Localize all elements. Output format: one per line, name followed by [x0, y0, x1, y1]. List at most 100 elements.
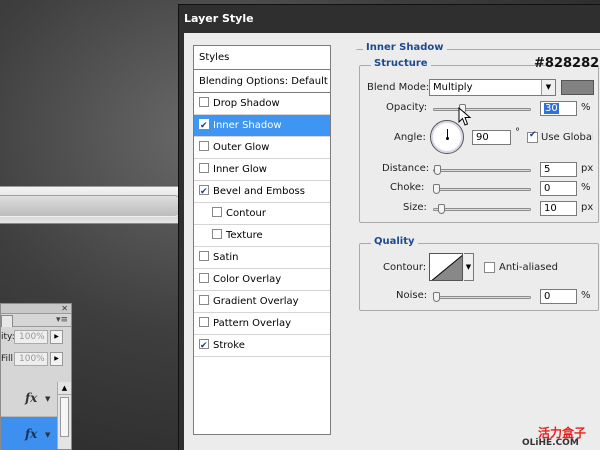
styles-list: Styles Blending Options: Default Drop Sh…	[193, 45, 331, 435]
global-light-checkbox[interactable]	[527, 130, 538, 143]
size-field[interactable]: 10	[540, 201, 577, 216]
chevron-down-icon[interactable]: ▼	[464, 253, 474, 281]
style-item-label: Bevel and Emboss	[213, 186, 305, 197]
style-checkbox[interactable]	[199, 251, 209, 261]
chevron-down-icon[interactable]: ▼	[45, 395, 50, 403]
choke-slider[interactable]	[433, 188, 531, 191]
layer-opacity-arrow-icon[interactable]: ▶	[50, 330, 63, 344]
styles-header[interactable]: Styles	[194, 46, 330, 70]
style-item-inner-shadow[interactable]: Inner Shadow	[194, 115, 330, 137]
style-item-label: Inner Glow	[213, 164, 267, 175]
layer-row[interactable]: fx ▼	[1, 381, 57, 417]
style-checkbox[interactable]	[199, 273, 209, 283]
style-item-label: Stroke	[213, 340, 245, 351]
style-checkbox[interactable]	[199, 336, 209, 356]
fx-icon[interactable]: fx	[25, 391, 37, 405]
layer-opacity-field[interactable]: 100%	[14, 330, 48, 344]
chevron-down-icon[interactable]: ▼	[45, 431, 50, 439]
quality-title: Quality	[371, 236, 418, 247]
style-item-bevel-and-emboss[interactable]: Bevel and Emboss	[194, 181, 330, 203]
style-item-stroke[interactable]: Stroke	[194, 335, 330, 357]
opacity-unit: %	[581, 102, 591, 113]
shadow-color-hex: #828282	[534, 56, 600, 71]
style-item-label: Color Overlay	[213, 274, 282, 285]
scroll-thumb[interactable]	[60, 397, 69, 437]
noise-unit: %	[581, 290, 591, 301]
style-checkbox[interactable]	[199, 163, 209, 173]
distance-slider[interactable]	[433, 169, 531, 172]
size-slider-thumb[interactable]	[438, 204, 445, 214]
style-item-pattern-overlay[interactable]: Pattern Overlay	[194, 313, 330, 335]
panel-menu-icon[interactable]: ▾≡	[56, 315, 68, 325]
style-item-label: Satin	[213, 252, 239, 263]
close-icon[interactable]: ✕	[61, 304, 68, 313]
noise-label: Noise:	[396, 290, 428, 301]
shadow-color-swatch[interactable]	[561, 80, 594, 95]
style-item-drop-shadow[interactable]: Drop Shadow	[194, 93, 330, 115]
anti-aliased-checkbox[interactable]	[484, 262, 495, 273]
layers-scrollbar[interactable]: ▲	[57, 382, 71, 449]
fx-icon[interactable]: fx	[25, 427, 37, 441]
style-item-label: Gradient Overlay	[213, 296, 299, 307]
angle-unit: °	[515, 127, 520, 138]
opacity-value: 30	[544, 103, 559, 114]
style-item-label: Pattern Overlay	[213, 318, 292, 329]
layer-opacity-row: ity: 100% ▶	[1, 327, 71, 349]
style-checkbox[interactable]	[199, 295, 209, 305]
noise-slider[interactable]	[433, 296, 531, 299]
style-checkbox[interactable]	[199, 116, 209, 136]
blend-mode-label: Blend Mode:	[367, 82, 430, 93]
opacity-slider[interactable]	[433, 108, 531, 111]
layers-panel-tabs: ▾≡	[1, 314, 71, 327]
angle-center	[446, 137, 449, 140]
contour-preview[interactable]	[429, 253, 463, 281]
layers-panel-header: ✕	[1, 304, 71, 314]
angle-dial[interactable]	[430, 120, 464, 154]
noise-slider-thumb[interactable]	[433, 292, 440, 302]
distance-unit: px	[581, 163, 594, 174]
angle-field[interactable]: 90	[472, 130, 511, 145]
style-checkbox[interactable]	[199, 182, 209, 202]
style-item-inner-glow[interactable]: Inner Glow	[194, 159, 330, 181]
chevron-down-icon[interactable]: ▼	[541, 80, 555, 95]
style-checkbox[interactable]	[199, 141, 209, 151]
contour-label: Contour:	[383, 262, 427, 273]
blend-mode-value: Multiply	[433, 82, 473, 93]
layer-style-dialog: Layer Style Styles Blending Options: Def…	[178, 4, 600, 450]
distance-slider-thumb[interactable]	[434, 165, 441, 175]
style-checkbox[interactable]	[212, 207, 222, 217]
blending-options-item[interactable]: Blending Options: Default	[194, 70, 330, 93]
distance-field[interactable]: 5	[540, 162, 577, 177]
contour-curve-icon	[431, 254, 462, 280]
layer-fill-row: Fill: 100% ▶	[1, 349, 71, 371]
style-checkbox[interactable]	[199, 317, 209, 327]
opacity-label: Opacity:	[386, 102, 428, 113]
layer-fill-arrow-icon[interactable]: ▶	[50, 352, 63, 366]
style-item-label: Drop Shadow	[213, 98, 280, 109]
mouse-cursor-icon	[458, 107, 472, 126]
size-slider[interactable]	[433, 208, 531, 211]
style-checkbox[interactable]	[212, 229, 222, 239]
style-checkbox[interactable]	[199, 97, 209, 107]
choke-field[interactable]: 0	[540, 181, 577, 196]
style-item-outer-glow[interactable]: Outer Glow	[194, 137, 330, 159]
style-item-satin[interactable]: Satin	[194, 247, 330, 269]
style-item-color-overlay[interactable]: Color Overlay	[194, 269, 330, 291]
choke-unit: %	[581, 182, 591, 193]
opacity-field[interactable]: 30	[540, 101, 577, 116]
dialog-title: Layer Style	[184, 12, 254, 25]
style-item-label: Inner Shadow	[213, 120, 282, 131]
blend-mode-select[interactable]: Multiply ▼	[429, 79, 556, 96]
choke-label: Choke:	[390, 182, 425, 193]
style-item-gradient-overlay[interactable]: Gradient Overlay	[194, 291, 330, 313]
canvas-bar-inner	[0, 195, 182, 217]
style-item-label: Outer Glow	[213, 142, 270, 153]
panel-tab[interactable]	[1, 315, 13, 327]
choke-slider-thumb[interactable]	[433, 184, 440, 194]
style-item-contour[interactable]: Contour	[194, 203, 330, 225]
layer-fill-field[interactable]: 100%	[14, 352, 48, 366]
scroll-up-icon[interactable]: ▲	[58, 382, 71, 395]
noise-field[interactable]: 0	[540, 289, 577, 304]
layer-row-selected[interactable]: fx ▼	[1, 417, 57, 450]
style-item-texture[interactable]: Texture	[194, 225, 330, 247]
